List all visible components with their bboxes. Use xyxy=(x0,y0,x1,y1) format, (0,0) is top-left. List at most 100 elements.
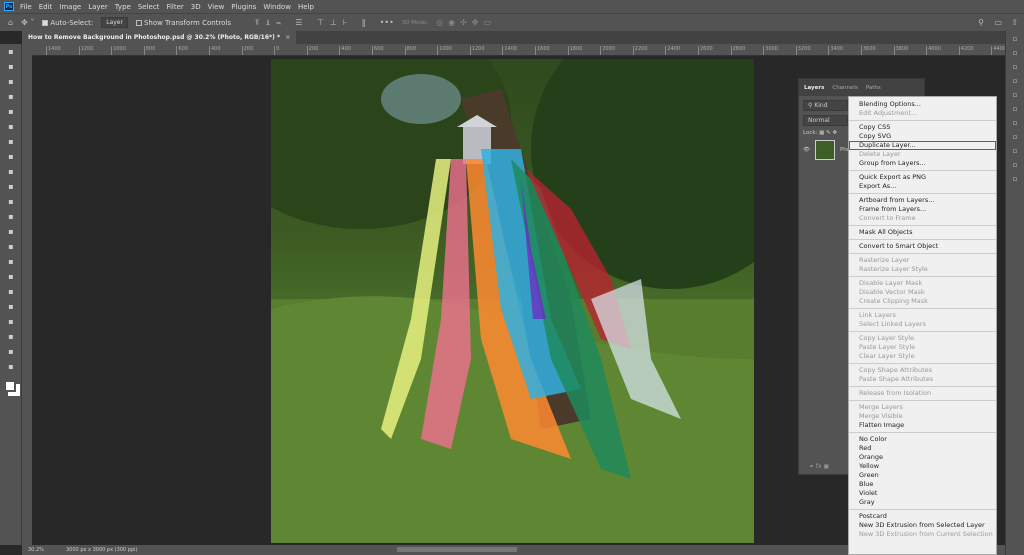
layer-footer-icons[interactable]: ⚭ fx ▣ xyxy=(809,463,829,470)
menu-item-group-from-layers[interactable]: Group from Layers... xyxy=(849,159,996,168)
share-icon[interactable]: ⇪ xyxy=(1011,18,1018,27)
menu-filter[interactable]: Filter xyxy=(166,3,183,11)
menu-item-blending-options[interactable]: Blending Options... xyxy=(849,100,996,109)
type-tool-icon[interactable]: ▪ xyxy=(0,284,22,299)
swatches-panel-icon[interactable]: ▫ xyxy=(1006,147,1024,160)
menu-item-orange[interactable]: Orange xyxy=(849,453,996,462)
stamp-tool-icon[interactable]: ▪ xyxy=(0,179,22,194)
lasso-tool-icon[interactable]: ▪ xyxy=(0,74,22,89)
color-swatches[interactable] xyxy=(4,380,16,392)
character-panel-icon[interactable]: ▫ xyxy=(1006,63,1024,76)
canvas-photo[interactable] xyxy=(271,59,754,543)
menu-item-quick-export-as-png[interactable]: Quick Export as PNG xyxy=(849,173,996,182)
frame-tool-icon[interactable]: ▪ xyxy=(0,119,22,134)
patterns-panel-icon[interactable]: ▫ xyxy=(1006,175,1024,188)
eyedropper-tool-icon[interactable]: ▪ xyxy=(0,134,22,149)
pen-tool-icon[interactable]: ▪ xyxy=(0,269,22,284)
menu-item-mask-all-objects[interactable]: Mask All Objects xyxy=(849,228,996,237)
show-transform-checkbox[interactable]: Show Transform Controls xyxy=(135,19,231,27)
styles-panel-icon[interactable]: ▫ xyxy=(1006,105,1024,118)
menu-item-duplicate-layer[interactable]: Duplicate Layer... xyxy=(849,141,996,150)
move-tool-icon[interactable]: ✥ ˅ xyxy=(21,18,34,27)
libraries-panel-icon[interactable]: ▫ xyxy=(1006,119,1024,132)
lock-icons[interactable]: ▦ ✎ ✥ xyxy=(819,130,837,136)
3d-panel-icon[interactable]: ▫ xyxy=(1006,133,1024,146)
comment-panel-icon[interactable]: ▫ xyxy=(1006,49,1024,62)
visibility-eye-icon[interactable]: 👁 xyxy=(803,147,810,153)
history-brush-tool-icon[interactable]: ▪ xyxy=(0,194,22,209)
paragraph-panel-icon[interactable]: ▫ xyxy=(1006,77,1024,90)
menu-item-export-as[interactable]: Export As... xyxy=(849,182,996,191)
menu-layer[interactable]: Layer xyxy=(88,3,108,11)
menu-window[interactable]: Window xyxy=(263,3,291,11)
workspace-icon[interactable]: ▭ xyxy=(994,18,1002,27)
menu-item-gray[interactable]: Gray xyxy=(849,498,996,507)
tab-paths[interactable]: Paths xyxy=(866,85,881,91)
menu-item-violet[interactable]: Violet xyxy=(849,489,996,498)
menu-help[interactable]: Help xyxy=(298,3,314,11)
menu-item-edit-adjustment: Edit Adjustment... xyxy=(859,109,918,117)
search-icon[interactable]: ⚲ xyxy=(978,18,984,27)
history-panel-icon[interactable]: ▫ xyxy=(1006,35,1024,48)
3d-tools-icons[interactable]: ◎◉✣✥▭ xyxy=(436,18,496,27)
menu-separator xyxy=(849,170,996,171)
gradients-panel-icon[interactable]: ▫ xyxy=(1006,161,1024,174)
menu-file[interactable]: File xyxy=(20,3,32,11)
dodge-tool-icon[interactable]: ▪ xyxy=(0,254,22,269)
checkbox-icon[interactable] xyxy=(135,19,142,26)
more-options-icon[interactable]: ••• xyxy=(380,18,394,27)
menu-item-green[interactable]: Green xyxy=(849,471,996,480)
menu-item-new-3d-extrusion-from-selected-layer[interactable]: New 3D Extrusion from Selected Layer xyxy=(849,521,996,530)
move-tool-icon[interactable]: ▪ xyxy=(0,44,22,59)
menu-item-artboard-from-layers[interactable]: Artboard from Layers... xyxy=(849,196,996,205)
menu-item-copy-svg[interactable]: Copy SVG xyxy=(849,132,996,141)
eraser-tool-icon[interactable]: ▪ xyxy=(0,209,22,224)
more-tool-icon[interactable]: ▪ xyxy=(0,359,22,374)
menu-edit[interactable]: Edit xyxy=(39,3,53,11)
menu-select[interactable]: Select xyxy=(138,3,160,11)
healing-tool-icon[interactable]: ▪ xyxy=(0,149,22,164)
menu-type[interactable]: Type xyxy=(115,3,131,11)
shape-tool-icon[interactable]: ▪ xyxy=(0,314,22,329)
menu-item-red[interactable]: Red xyxy=(849,444,996,453)
auto-select-checkbox[interactable]: Auto-Select: xyxy=(42,19,93,27)
blend-mode-dropdown[interactable]: Normal xyxy=(803,115,848,126)
zoom-level[interactable]: 30.2% xyxy=(28,547,58,553)
crop-tool-icon[interactable]: ▪ xyxy=(0,104,22,119)
checkbox-icon[interactable] xyxy=(42,19,49,26)
menu-item-frame-from-layers[interactable]: Frame from Layers... xyxy=(849,205,996,214)
home-icon[interactable]: ⌂ xyxy=(8,18,13,27)
photo-scene xyxy=(271,59,754,543)
quick-select-tool-icon[interactable]: ▪ xyxy=(0,89,22,104)
hand-tool-icon[interactable]: ▪ xyxy=(0,329,22,344)
menu-item-yellow[interactable]: Yellow xyxy=(849,462,996,471)
tab-channels[interactable]: Channels xyxy=(832,85,857,91)
menu-separator xyxy=(849,331,996,332)
menu-item-convert-to-smart-object[interactable]: Convert to Smart Object xyxy=(849,242,996,251)
align-icons[interactable]: ⫪⫫⫬ ☰ ⊤⊥⊦ ‖ xyxy=(255,18,372,28)
layer-filter-dropdown[interactable]: ⚲ Kind xyxy=(803,100,848,111)
menu-plugins[interactable]: Plugins xyxy=(231,3,256,11)
gradient-tool-icon[interactable]: ▪ xyxy=(0,224,22,239)
menu-view[interactable]: View xyxy=(208,3,225,11)
zoom-tool-icon[interactable]: ▪ xyxy=(0,344,22,359)
document-tab[interactable]: How to Remove Background in Photoshop.ps… xyxy=(22,31,297,44)
menu-3d[interactable]: 3D xyxy=(191,3,201,11)
horizontal-scrollbar[interactable] xyxy=(397,547,517,552)
auto-select-target-dropdown[interactable]: Layer xyxy=(101,17,128,28)
menu-item-flatten-image[interactable]: Flatten Image xyxy=(849,421,996,430)
ruler-label: 2800 xyxy=(730,46,745,55)
brush-tool-icon[interactable]: ▪ xyxy=(0,164,22,179)
menu-item-blue[interactable]: Blue xyxy=(849,480,996,489)
adjustments-panel-icon[interactable]: ▫ xyxy=(1006,91,1024,104)
menu-item-no-color[interactable]: No Color xyxy=(849,435,996,444)
ruler-label: 200 xyxy=(241,46,253,55)
tab-layers[interactable]: Layers xyxy=(804,85,824,91)
menu-image[interactable]: Image xyxy=(59,3,81,11)
path-select-tool-icon[interactable]: ▪ xyxy=(0,299,22,314)
blur-tool-icon[interactable]: ▪ xyxy=(0,239,22,254)
close-tab-icon[interactable]: × xyxy=(285,34,290,41)
menu-item-postcard[interactable]: Postcard xyxy=(849,512,996,521)
menu-item-copy-css[interactable]: Copy CSS xyxy=(849,123,996,132)
marquee-tool-icon[interactable]: ▪ xyxy=(0,59,22,74)
